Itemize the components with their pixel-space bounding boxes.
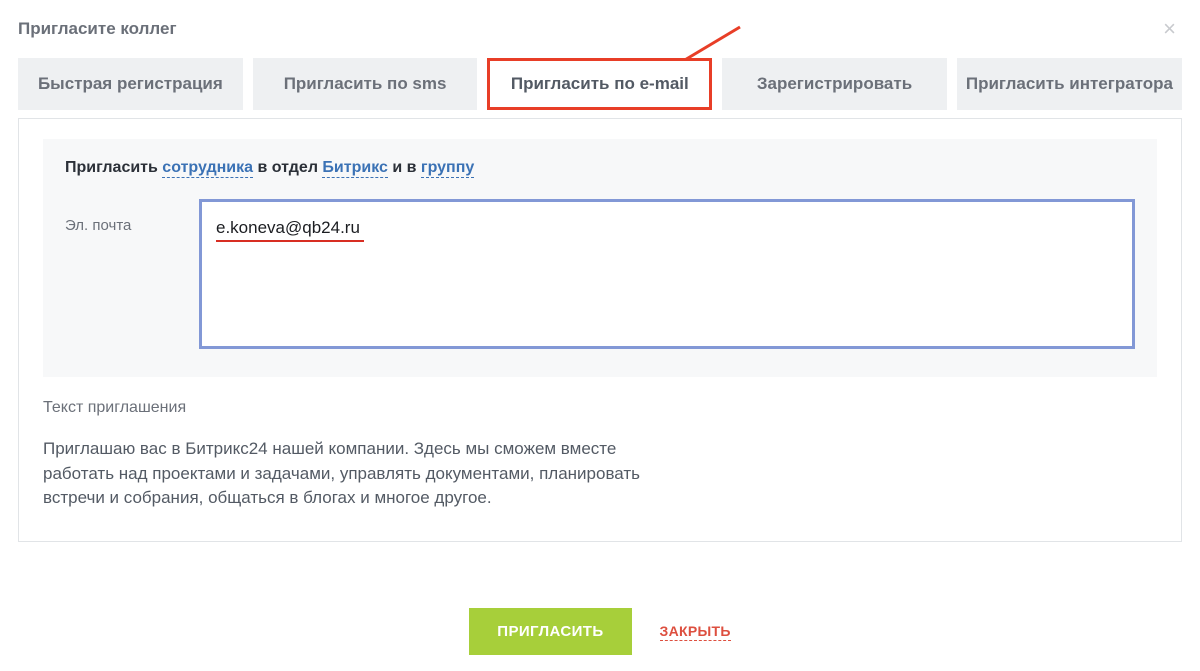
tabs: Быстрая регистрация Пригласить по sms Пр…: [18, 58, 1182, 110]
tab-invite-integrator[interactable]: Пригласить интегратора: [957, 58, 1182, 110]
panel-inner: Пригласить сотрудника в отдел Битрикс и …: [43, 139, 1157, 377]
link-employee[interactable]: сотрудника: [162, 159, 253, 178]
invitation-text-body: Приглашаю вас в Битрикс24 нашей компании…: [43, 437, 683, 511]
panel: Пригласить сотрудника в отдел Битрикс и …: [18, 118, 1182, 542]
invitation-text-block: Текст приглашения Приглашаю вас в Битрик…: [43, 399, 1157, 511]
link-department[interactable]: Битрикс: [322, 159, 387, 178]
link-group[interactable]: группу: [421, 159, 474, 178]
email-field[interactable]: [199, 199, 1135, 349]
tab-invite-sms[interactable]: Пригласить по sms: [253, 58, 478, 110]
dialog-title: Пригласите коллег: [18, 19, 177, 39]
invite-button[interactable]: ПРИГЛАСИТЬ: [469, 608, 631, 655]
invite-text: Пригласить: [65, 159, 162, 176]
tab-label: Пригласить интегратора: [966, 74, 1173, 93]
tab-label: Зарегистрировать: [757, 74, 912, 93]
email-underline: [216, 218, 364, 242]
tab-label: Пригласить по sms: [284, 74, 447, 93]
tab-quick-registration[interactable]: Быстрая регистрация: [18, 58, 243, 110]
footer: ПРИГЛАСИТЬ ЗАКРЫТЬ: [0, 592, 1200, 671]
close-button[interactable]: ЗАКРЫТЬ: [660, 623, 731, 641]
email-input[interactable]: [216, 218, 364, 238]
close-icon[interactable]: ×: [1157, 18, 1182, 40]
invite-text: и в: [388, 159, 421, 176]
tab-label: Пригласить по e-mail: [511, 74, 689, 93]
button-label: ПРИГЛАСИТЬ: [497, 623, 603, 640]
tab-invite-email[interactable]: Пригласить по e-mail: [487, 58, 712, 110]
invitation-text-label: Текст приглашения: [43, 399, 1157, 417]
dialog-header: Пригласите коллег ×: [18, 18, 1182, 40]
invite-sentence: Пригласить сотрудника в отдел Битрикс и …: [65, 159, 1135, 177]
invite-text: в отдел: [253, 159, 322, 176]
tab-register[interactable]: Зарегистрировать: [722, 58, 947, 110]
email-field-row: Эл. почта: [65, 199, 1135, 349]
email-label: Эл. почта: [65, 199, 175, 234]
tab-label: Быстрая регистрация: [38, 74, 223, 93]
